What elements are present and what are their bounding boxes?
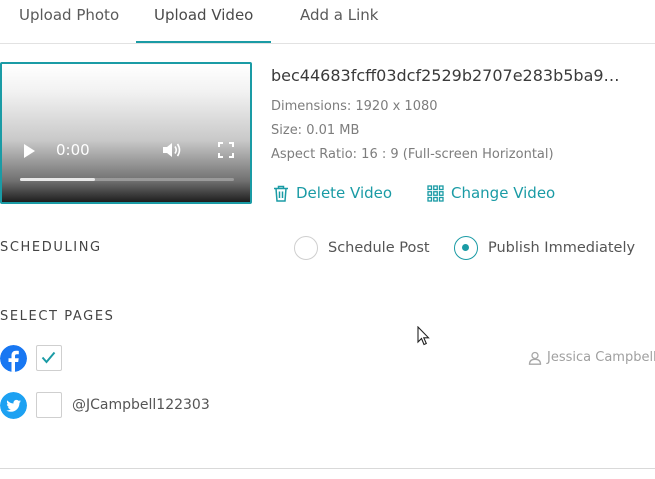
twitter-page-checkbox[interactable] xyxy=(36,392,62,418)
grid-icon xyxy=(427,184,444,202)
active-tab-indicator xyxy=(136,41,271,43)
tab-upload-video[interactable]: Upload Video xyxy=(154,0,253,43)
facebook-page-checkbox[interactable] xyxy=(36,345,62,371)
video-file-name: bec44683fcff03dcf2529b2707e283b5ba9… xyxy=(271,66,620,85)
trash-icon xyxy=(274,185,288,202)
publish-immediately-radio[interactable] xyxy=(454,236,478,260)
tab-upload-photo[interactable]: Upload Photo xyxy=(19,0,119,43)
upload-tabs: Upload Photo Upload Video Add a Link xyxy=(0,0,655,44)
facebook-icon xyxy=(0,345,27,372)
change-video-label: Change Video xyxy=(451,184,556,202)
video-progress-fill xyxy=(20,178,95,181)
schedule-post-label: Schedule Post xyxy=(328,240,430,256)
video-aspect-ratio: Aspect Ratio: 16 : 9 (Full-screen Horizo… xyxy=(271,147,554,162)
volume-icon[interactable] xyxy=(162,141,182,159)
facebook-page-user: Jessica Campbell xyxy=(528,350,655,365)
twitter-icon xyxy=(0,392,27,419)
fullscreen-icon[interactable] xyxy=(218,142,234,158)
check-icon xyxy=(41,351,56,364)
video-progress-track[interactable] xyxy=(20,178,234,181)
select-pages-heading: SELECT PAGES xyxy=(0,309,115,324)
publish-immediately-option[interactable]: Publish Immediately xyxy=(454,234,635,262)
video-current-time: 0:00 xyxy=(56,141,90,159)
change-video-button[interactable]: Change Video xyxy=(427,183,555,203)
delete-video-label: Delete Video xyxy=(296,184,393,202)
play-icon[interactable] xyxy=(24,144,35,158)
facebook-user-name: Jessica Campbell xyxy=(547,350,655,365)
schedule-post-option[interactable]: Schedule Post xyxy=(294,234,430,262)
delete-video-button[interactable]: Delete Video xyxy=(273,183,392,203)
mouse-cursor-icon xyxy=(417,326,430,346)
video-size: Size: 0.01 MB xyxy=(271,123,360,138)
scheduling-heading: SCHEDULING xyxy=(0,240,102,255)
schedule-post-radio[interactable] xyxy=(294,236,318,260)
publish-immediately-label: Publish Immediately xyxy=(488,240,636,256)
twitter-handle: @JCampbell122303 xyxy=(72,397,210,413)
tab-add-link[interactable]: Add a Link xyxy=(300,0,379,43)
video-preview[interactable]: 0:00 xyxy=(0,62,252,204)
video-dimensions: Dimensions: 1920 x 1080 xyxy=(271,99,438,114)
user-icon xyxy=(528,351,542,365)
divider xyxy=(0,468,655,469)
